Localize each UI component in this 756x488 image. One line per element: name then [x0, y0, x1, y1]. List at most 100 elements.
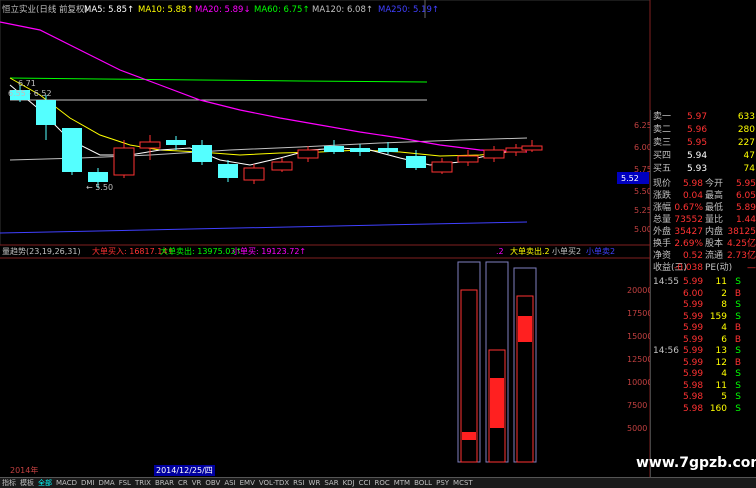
ma10-legend: MA10: 5.88↑: [138, 5, 194, 15]
stat-label: 外盘: [653, 227, 672, 237]
candle-body: [113, 147, 135, 176]
tick-vol: 12: [715, 357, 727, 368]
candle-body: [521, 145, 543, 151]
tick-side: B: [734, 288, 741, 299]
candle-body: [457, 155, 479, 163]
price-panel: [0, 0, 651, 246]
tick-side: S: [735, 380, 741, 391]
tick-row: 5.99 159 S: [651, 312, 756, 323]
time-axis: 2014年 2014/12/25/四: [0, 465, 650, 476]
ask-price: 5.95: [687, 138, 708, 148]
tick-side: S: [735, 277, 741, 287]
tick-price: 5.98: [683, 403, 704, 414]
tick-row: 5.98 5 S: [651, 392, 756, 403]
kline-chart[interactable]: 恒立实业(日线 前复权) MA5: 5.85↑ MA10: 5.88↑ MA20…: [0, 0, 756, 487]
candle-body: [62, 128, 82, 172]
stat-value-2: 6.05: [735, 191, 756, 201]
candle-body: [406, 156, 426, 168]
right-legend-4: 小单卖2: [586, 246, 615, 256]
stat-row: 现价 5.98 今开 5.95: [651, 179, 756, 190]
ma250-legend: MA250: 5.19↑: [378, 5, 439, 15]
lower-tick: 10000: [627, 378, 652, 387]
stat-row: 涨幅 0.67% 最低 5.89: [651, 203, 756, 214]
tick-row: 5.99 8 S: [651, 300, 756, 311]
tick-row: 14:56 5.99 13 S: [651, 346, 756, 357]
tick-vol: 4: [721, 323, 727, 333]
stat-value: 0.52: [682, 251, 703, 261]
stat-label: 现价: [653, 179, 672, 189]
stat-row: 换手 2.69% 股本 4.25亿: [651, 239, 756, 250]
stat-label-2: 股本: [705, 239, 724, 249]
ask-vol: 633: [737, 112, 755, 122]
tick-vol: 11: [715, 277, 727, 287]
candle-body: [192, 145, 212, 162]
lower-tick: 17500: [627, 309, 652, 318]
tick-price: 6.00: [683, 288, 704, 299]
tick-price: 5.99: [683, 369, 704, 379]
date-label: 2014/12/25/四: [154, 465, 215, 476]
candle-body: [36, 100, 56, 125]
tick-side: B: [734, 357, 741, 368]
tick-time: 14:56: [653, 346, 679, 356]
candle-body: [139, 141, 161, 149]
stat-label-2: 量比: [705, 215, 724, 225]
tick-price: 5.99: [683, 346, 704, 356]
bid-price: 5.93: [687, 164, 708, 174]
lower-tick: 5000: [627, 424, 647, 433]
low-label: ← 5.50: [86, 183, 113, 192]
tick-row: 14:55 5.99 11 S: [651, 277, 756, 288]
indicator-tab-bar: 指标 模板 全部 MACD DMI DMA FSL TRIX BRAR CR VR OBV ASI EMV…: [0, 477, 756, 488]
stat-row: 净资 0.52 流通 2.73亿: [651, 251, 756, 262]
stat-value: 0.67%: [674, 203, 703, 213]
candle-body: [324, 146, 344, 152]
tick-side: B: [734, 334, 741, 345]
tick-time: 14:55: [653, 277, 679, 287]
stat-value-2: —: [747, 263, 756, 273]
bid-vol: 74: [743, 164, 755, 174]
lower-tick: 12500: [627, 355, 652, 364]
indicator-name: 量趋势(23,19,26,31): [2, 246, 81, 256]
candle-body: [297, 149, 319, 159]
tick-price: 5.99: [683, 323, 704, 333]
bid-label: 买四: [653, 151, 672, 161]
candle-body: [88, 172, 108, 182]
stat-label-2: 今开: [705, 179, 724, 189]
ma20-legend: MA20: 5.89↓: [195, 5, 251, 15]
stat-value-2: 2.73亿: [726, 251, 756, 261]
stat-value: 35427: [674, 227, 703, 237]
stat-label-2: 最低: [705, 203, 724, 213]
bid-price: 5.94: [687, 151, 708, 161]
stat-label-2: PE(动): [705, 263, 733, 273]
candle-body: [431, 161, 453, 173]
tick-side: S: [735, 369, 741, 379]
tick-price: 5.99: [683, 300, 704, 310]
lower-axis: 20000 17500 15000 12500 10000 7500 5000: [627, 286, 652, 433]
tick-row: 5.98 11 S: [651, 381, 756, 392]
stat-label-2: 最高: [705, 191, 724, 201]
stat-value-2: 5.89: [735, 203, 756, 213]
stat-value-2: 4.25亿: [726, 239, 756, 249]
ask-vol: 280: [737, 125, 755, 135]
stat-label: 涨跌: [653, 191, 672, 201]
stat-label: 换手: [653, 239, 672, 249]
bar-fill: [490, 378, 504, 428]
tick-vol: 159: [709, 311, 727, 322]
tick-side: S: [735, 300, 741, 310]
lower-tick: 7500: [627, 401, 647, 410]
tick-vol: 11: [715, 380, 727, 391]
bid-label: 买五: [653, 164, 672, 174]
lower-tick: 20000: [627, 286, 652, 295]
tick-vol: 160: [709, 403, 727, 414]
stat-row: 总量 73552 量比 1.44: [651, 215, 756, 226]
ma120-legend: MA120: 6.08↑: [312, 5, 373, 15]
stock-title: 恒立实业(日线 前复权): [2, 4, 88, 15]
tick-vol: 5: [721, 392, 727, 402]
candle-body: [378, 148, 398, 152]
tick-price: 5.99: [683, 311, 704, 322]
tick-row: 5.99 4 S: [651, 369, 756, 380]
tick-price: 5.99: [683, 277, 704, 287]
candle-body: [271, 161, 293, 171]
stat-row: 涨跌 0.04 最高 6.05: [651, 191, 756, 202]
tick-vol: 6: [721, 334, 727, 345]
small-buy-legend: 小单买: 19123.72↑: [232, 246, 306, 256]
